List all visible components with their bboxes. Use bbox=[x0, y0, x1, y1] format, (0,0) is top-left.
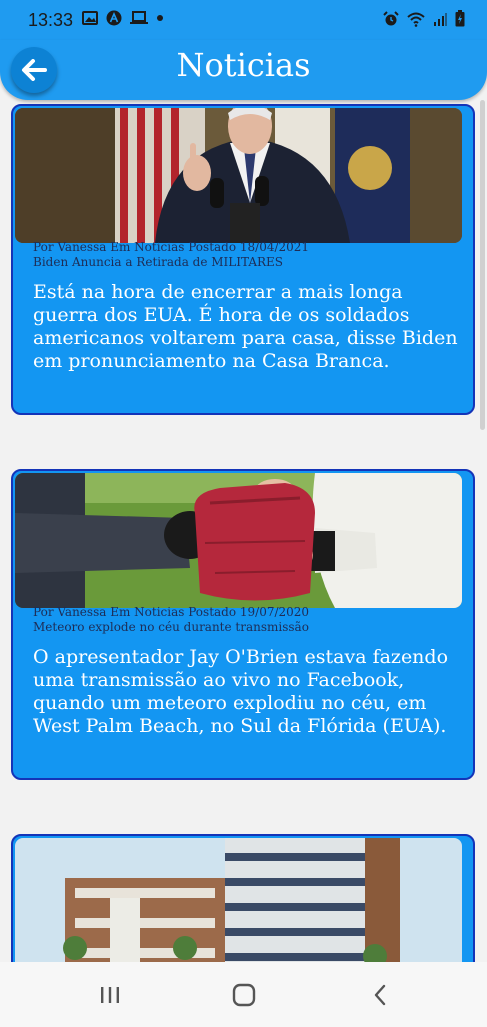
news-image-speech[interactable] bbox=[15, 108, 462, 243]
news-image-building[interactable] bbox=[15, 838, 462, 962]
post-meta: Por Vanessa Em Noticias Postado 19/07/20… bbox=[33, 605, 310, 619]
alarm-icon bbox=[383, 10, 399, 25]
status-bar: 13:33 bbox=[0, 0, 487, 40]
nav-back-icon bbox=[374, 984, 386, 1006]
image-icon bbox=[82, 11, 98, 25]
news-card[interactable]: Por Vanessa Em Noticias Postado 18/04/20… bbox=[11, 104, 475, 415]
feed-scrollbar[interactable] bbox=[480, 100, 485, 430]
system-icons bbox=[383, 10, 465, 27]
home-icon bbox=[232, 983, 256, 1007]
recent-apps-icon bbox=[101, 987, 119, 1003]
system-nav-bar bbox=[0, 962, 487, 1027]
news-card[interactable]: Por Vanessa Em Noticias Postado 19/07/20… bbox=[11, 469, 475, 780]
news-image-bag[interactable] bbox=[15, 473, 462, 608]
home-button[interactable] bbox=[224, 980, 264, 1010]
post-body: Está na hora de encerrar a mais longa gu… bbox=[33, 281, 458, 372]
laptop-icon bbox=[130, 11, 148, 24]
post-body: O apresentador Jay O'Brien estava fazend… bbox=[33, 646, 449, 737]
post-subtitle: Biden Anuncia a Retirada de MILITARES bbox=[33, 255, 284, 269]
nav-back-button[interactable] bbox=[360, 980, 400, 1010]
news-feed[interactable]: Por Vanessa Em Noticias Postado 18/04/20… bbox=[0, 100, 487, 962]
signal-icon bbox=[434, 12, 447, 26]
news-card[interactable] bbox=[11, 834, 475, 962]
post-meta: Por Vanessa Em Noticias Postado 18/04/20… bbox=[33, 240, 310, 254]
wifi-icon bbox=[407, 12, 425, 27]
notification-icons bbox=[82, 10, 164, 26]
a-icon bbox=[106, 10, 122, 26]
dot-icon bbox=[157, 15, 163, 21]
battery-icon bbox=[455, 10, 465, 27]
page-title: Noticias bbox=[176, 46, 311, 84]
recent-apps-button[interactable] bbox=[90, 980, 130, 1010]
post-subtitle: Meteoro explode no céu durante transmiss… bbox=[33, 620, 309, 634]
status-time: 13:33 bbox=[28, 10, 74, 30]
app-header: Noticias bbox=[0, 40, 487, 100]
